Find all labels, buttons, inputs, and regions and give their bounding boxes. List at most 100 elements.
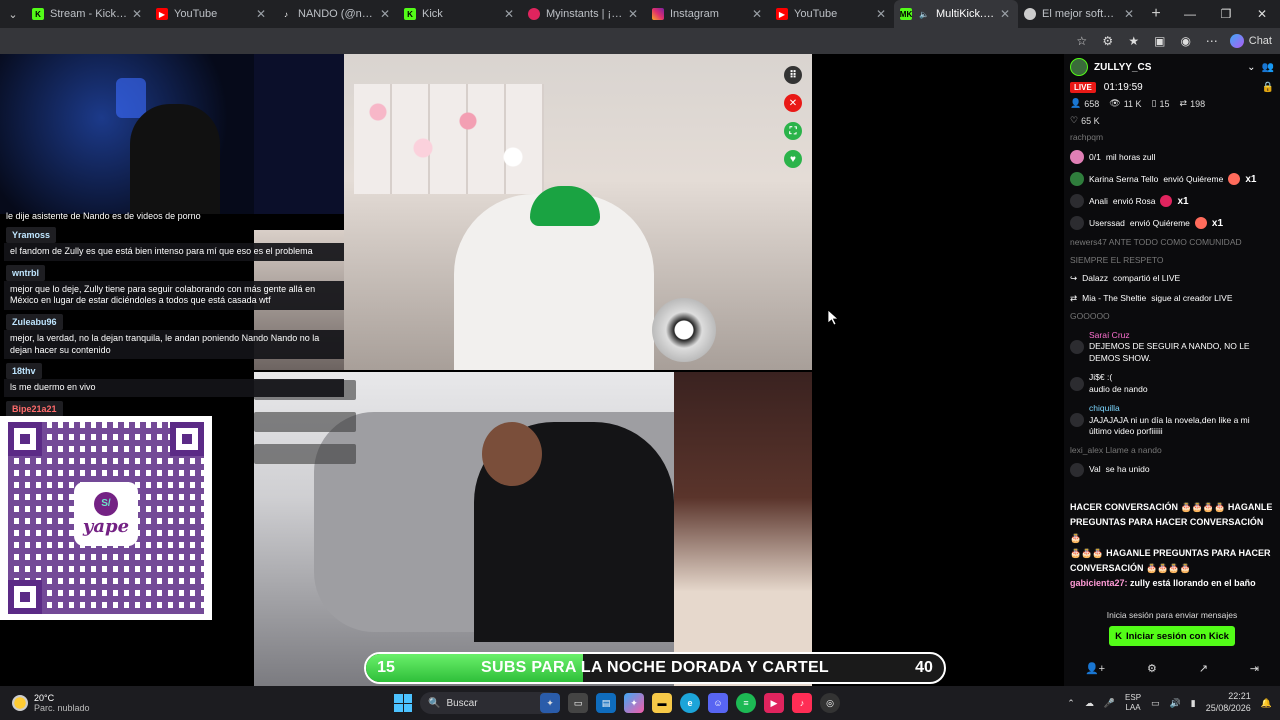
heart-icon[interactable]: ♥ [784,150,802,168]
close-icon[interactable]: ✕ [874,7,888,21]
rose-icon [1160,195,1173,208]
fullscreen-icon[interactable]: ⛶ [784,122,802,140]
microphone-icon[interactable]: 🎤 [1104,698,1115,709]
weather-widget[interactable]: 20°C Parc. nublado [0,693,200,713]
close-stream-icon[interactable]: ✕ [784,94,802,112]
close-icon[interactable]: ✕ [502,7,516,21]
widgets-icon[interactable]: ▤ [596,693,616,713]
tab-6[interactable]: ▶ YouTube ✕ [770,0,894,28]
discord-icon[interactable]: ☺ [708,693,728,713]
close-icon[interactable]: ✕ [1122,7,1136,21]
tab-8[interactable]: El mejor software para✕ [1018,0,1142,28]
close-icon[interactable]: ✕ [378,7,392,21]
close-icon[interactable]: ✕ [130,7,144,21]
tab-1[interactable]: ▶ YouTube ✕ [150,0,274,28]
tab-5[interactable]: Instagram ✕ [646,0,770,28]
chat-text: sigue al creador LIVE [1151,292,1233,303]
chat-user: Ji$€ :( [1089,372,1113,383]
chat-user: Dalazz [1082,273,1109,284]
close-icon[interactable]: ✕ [998,7,1012,21]
volume-icon[interactable]: 🔊 [1170,698,1181,709]
chat-text: se ha unido [1105,464,1150,475]
avatar [1070,376,1084,391]
login-with-kick-button[interactable]: K Iniciar sesión con Kick [1109,626,1235,646]
battery-icon[interactable]: ▮ [1191,698,1196,709]
channel-avatar[interactable] [1070,58,1088,76]
obs-taskbar-icon[interactable]: ◎ [820,693,840,713]
extension-icon[interactable]: ⚙ [1100,33,1116,49]
copilot-taskbar-icon[interactable]: ✦ [624,693,644,713]
windows-start-icon[interactable] [394,694,412,712]
qr-eye [8,580,42,614]
close-window-icon[interactable]: ✕ [1244,0,1280,28]
chat-label: Chat [1248,35,1272,47]
chat-message: rachpqm [1070,129,1274,146]
minimize-icon[interactable]: — [1172,0,1208,28]
more-menu-icon[interactable]: ⋯ [1204,33,1220,49]
chat-user: lexi_alex [1070,444,1104,455]
file-explorer-icon[interactable]: ▬ [652,693,672,713]
close-icon[interactable]: ✕ [254,7,268,21]
lock-icon[interactable]: 🔒 [1262,82,1274,93]
tab-search-dropdown[interactable]: ⌄ [0,0,26,28]
chat-message: lexi_alex Llame a nando [1070,442,1274,459]
chevron-up-icon[interactable]: ⌃ [1067,698,1075,709]
streamlabs-icon[interactable]: ▶ [764,693,784,713]
tab-3[interactable]: K Kick ✕ [398,0,522,28]
chat-user: GOOOOO [1070,311,1110,322]
stream-video-top[interactable]: ⠿ ✕ ⛶ ♥ [344,54,812,370]
drag-handle-icon[interactable]: ⠿ [784,66,802,84]
tab-4[interactable]: Myinstants | ¡El sitio web✕ [522,0,646,28]
chat-message: newers47 ANTE TODO COMO COMUNIDAD [1070,234,1274,251]
clock[interactable]: 22:21 25/08/2026 [1206,691,1251,714]
tab-2[interactable]: ♪ NANDO (@nandoweed✕ [274,0,398,28]
gear-icon[interactable]: ⚙ [1147,662,1157,675]
tab-0[interactable]: K Stream - Kick Dashboard✕ [26,0,150,28]
tab-title: Kick [422,8,443,20]
viewers-stat: 👤 658 [1070,98,1099,109]
window-controls: — ❐ ✕ [1172,0,1280,28]
wifi-icon[interactable]: ▭ [1151,698,1160,709]
taskbar-search[interactable]: 🔍 Buscar ✦ [420,692,560,714]
close-icon[interactable]: ✕ [626,7,640,21]
logout-icon[interactable]: ⇥ [1250,662,1259,675]
bookmark-star-icon[interactable]: ☆ [1074,33,1090,49]
edge-icon[interactable]: e [680,693,700,713]
network-icon[interactable]: ☁ [1085,698,1094,709]
gift-count: x1 [1245,173,1257,185]
chat-user: chiquilla [1089,403,1120,414]
gift-icon [1228,173,1241,186]
tab-7[interactable]: MK 🔈 MultiKick.com: Wat✕ [894,0,1018,28]
channel-name[interactable]: ZULLYY_CS [1094,62,1241,73]
subs-count: 15 [1159,98,1170,109]
profile-avatar-icon[interactable]: ◉ [1178,33,1194,49]
collections-icon[interactable]: ▣ [1152,33,1168,49]
favorites-icon[interactable]: ★ [1126,33,1142,49]
close-icon[interactable]: ✕ [750,7,764,21]
restore-icon[interactable]: ❐ [1208,0,1244,28]
chat-text: JAJAJAJA ni un día la novela,den like a … [1089,414,1250,437]
chevron-down-icon[interactable]: ⌄ [1247,62,1255,73]
myinstants-icon [528,8,540,20]
eye-icon: 👁 [1109,98,1121,108]
followers-count: 198 [1190,98,1206,109]
spotify-icon[interactable]: ≡ [736,693,756,713]
chat-message: GOOOOO [1070,308,1274,325]
browser-toolbar: ☆ ⚙ ★ ▣ ◉ ⋯ Chat [0,28,1280,54]
users-icon[interactable]: 👥 [1262,62,1274,73]
speaker-icon[interactable]: 🔈 [918,8,930,20]
windows-taskbar: 20°C Parc. nublado 🔍 Buscar ✦ ▭ ▤ ✦ ▬ e ☺ … [0,686,1280,720]
task-view-icon[interactable]: ▭ [568,693,588,713]
add-user-icon[interactable]: 👤+ [1085,662,1105,675]
language-indicator[interactable]: ESP LAA [1125,693,1141,712]
popout-icon[interactable]: ↗ [1199,662,1208,675]
system-tray: ⌃ ☁ 🎤 ESP LAA ▭ 🔊 ▮ 22:21 25/08/2026 🔔 [1067,686,1272,720]
new-tab-button[interactable]: + [1142,5,1170,23]
gift-user: Anali [1089,195,1108,206]
green-cap [530,186,600,226]
copilot-chat-button[interactable]: Chat [1229,34,1272,48]
notifications-icon[interactable]: 🔔 [1261,698,1272,709]
tiktok-live-icon[interactable]: ♪ [792,693,812,713]
subs-stat: ▯ 15 [1152,98,1170,109]
gift-event: Karina Serna Tello envió Quiéreme x1 [1070,168,1274,190]
